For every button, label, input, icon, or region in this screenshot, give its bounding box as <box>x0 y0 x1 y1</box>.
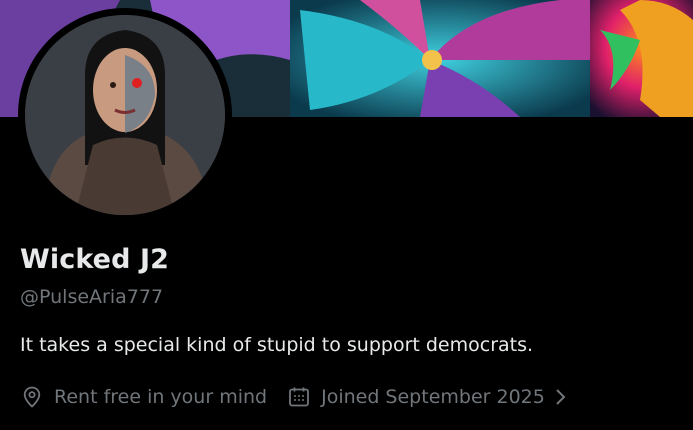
profile-meta: Rent free in your mind Joined September … <box>20 383 567 411</box>
location: Rent free in your mind <box>20 385 267 409</box>
calendar-icon <box>287 385 311 409</box>
join-date-text: Joined September 2025 <box>321 386 545 408</box>
map-pin-icon <box>20 385 44 409</box>
join-date[interactable]: Joined September 2025 <box>287 385 567 409</box>
user-handle: @PulseAria777 <box>20 286 164 308</box>
display-name: Wicked J2 <box>20 244 170 275</box>
bio: It takes a special kind of stupid to sup… <box>20 334 534 356</box>
location-text: Rent free in your mind <box>54 386 268 408</box>
avatar[interactable] <box>25 15 225 215</box>
chevron-right-icon[interactable] <box>553 387 567 407</box>
